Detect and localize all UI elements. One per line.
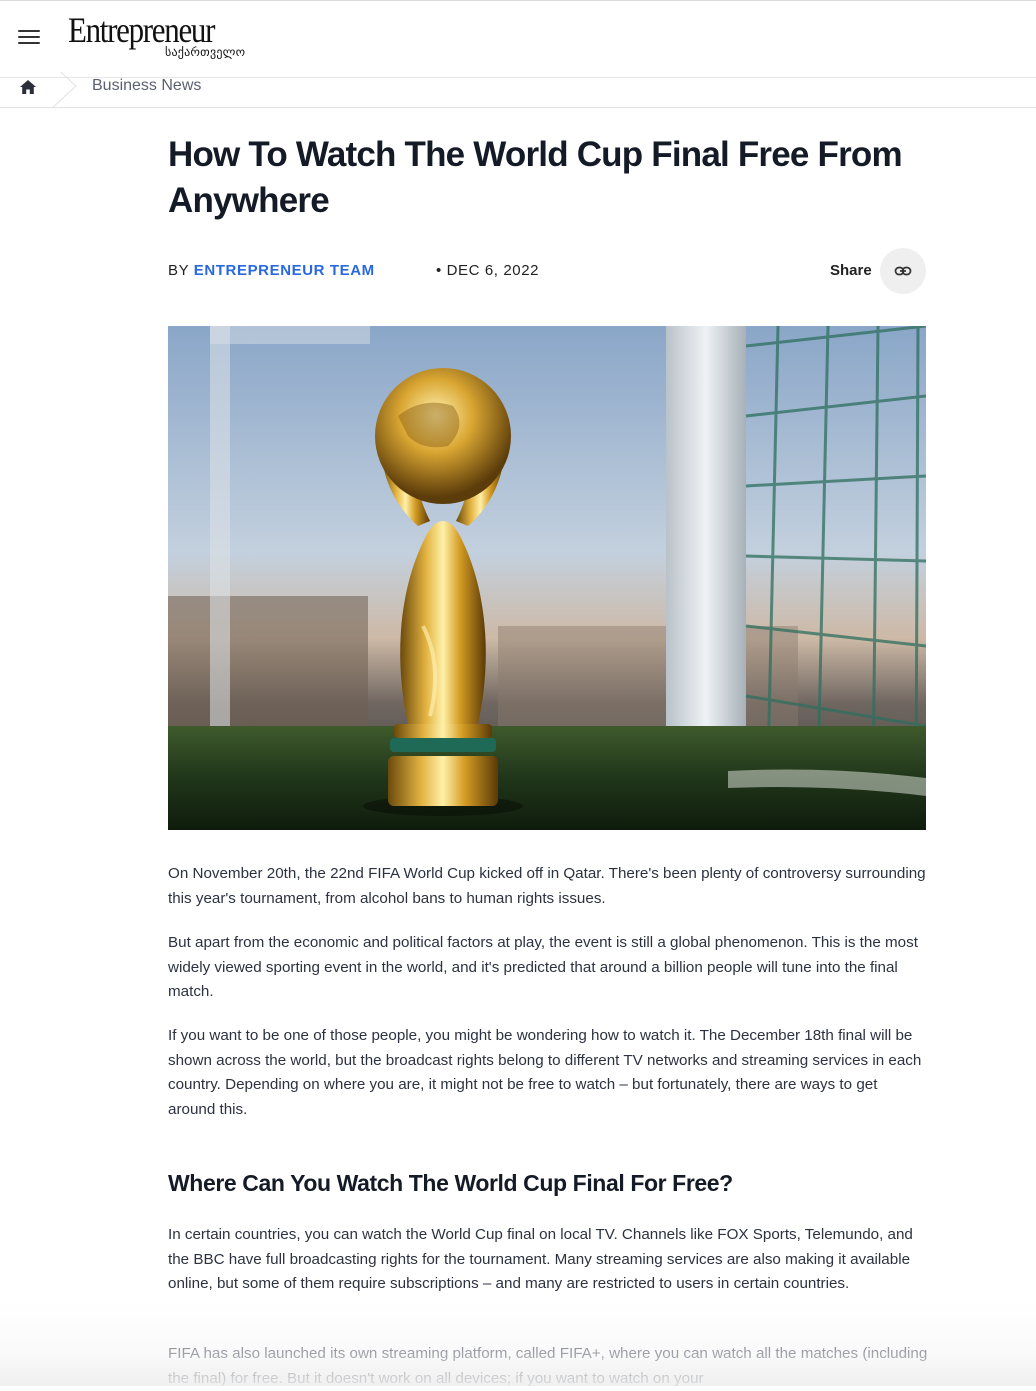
section-heading: Where Can You Watch The World Cup Final … [168,1170,733,1196]
author-link[interactable]: ENTREPRENEUR TEAM [194,262,375,279]
logo-region: საქართველო [165,45,246,59]
hamburger-menu-icon[interactable] [18,30,40,50]
share-label: Share [830,262,872,279]
world-cup-trophy-image [168,326,926,830]
logo-wordmark: Entrepreneur [68,10,215,50]
publish-date: • DEC 6, 2022 [436,262,540,279]
byline-prefix: BY [168,262,189,279]
article-paragraph: FIFA has also launched its own streaming… [168,1345,928,1387]
article-paragraph: But apart from the economic and politica… [168,934,918,1000]
breadcrumb-separator [51,72,77,108]
article-paragraph: In certain countries, you can watch the … [168,1226,913,1292]
article-paragraph: If you want to be one of those people, y… [168,1027,922,1118]
breadcrumb-section-link[interactable]: Business News [92,78,201,94]
home-icon[interactable] [19,79,37,95]
site-header: Entrepreneur საქართველო [0,0,1036,78]
site-logo[interactable]: Entrepreneur საქართველო [68,10,245,59]
share-link-button[interactable] [880,248,926,294]
article-paragraph: On November 20th, the 22nd FIFA World Cu… [168,865,926,907]
link-icon [894,266,912,276]
breadcrumb: Business News [0,72,1036,108]
byline: BY ENTREPRENEUR TEAM [168,262,375,279]
hero-image [168,326,926,830]
article-title: How To Watch The World Cup Final Free Fr… [168,135,903,220]
